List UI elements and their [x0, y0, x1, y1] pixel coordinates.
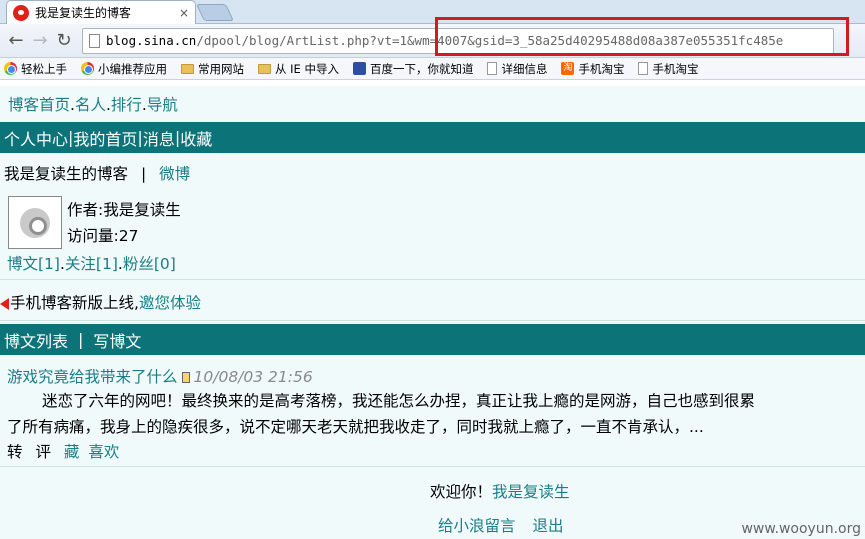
user-center-link[interactable]: 个人中心 — [4, 126, 68, 150]
url-host: blog.sina.cn — [106, 33, 197, 48]
reload-icon[interactable]: ↻ — [52, 29, 76, 53]
author-name: 作者:我是复读生 — [67, 201, 181, 219]
default-avatar-icon — [20, 207, 50, 238]
chrome-icon — [4, 62, 17, 75]
avatar[interactable] — [8, 196, 62, 249]
my-home-link[interactable]: 我的首页 — [73, 126, 137, 150]
footer-links: 给小浪留言 退出 — [438, 514, 563, 536]
post-actions: 转 评 藏 喜欢 — [7, 440, 119, 462]
blog-header: 我是复读生的博客 | 微博 — [4, 165, 191, 183]
page-content: 博客首页.名人.排行.导航 个人中心 | 我的首页 | 消息 | 收藏 我是复读生的博客 |… — [0, 86, 865, 539]
nav-celebrities[interactable]: 名人 — [75, 96, 106, 114]
top-nav: 博客首页.名人.排行.导航 — [8, 96, 178, 114]
page-icon — [89, 33, 100, 48]
write-post-link[interactable]: 写博文 — [93, 328, 141, 352]
browser-tab[interactable]: 我是复读生的博客 × — [6, 0, 196, 24]
highlight-annotation-box — [435, 17, 849, 56]
post-list-link[interactable]: 博文列表 — [4, 328, 68, 352]
post-list-bar: 博文列表 | 写博文 — [0, 324, 865, 355]
bookmark-item[interactable]: 从 IE 中导入 — [258, 61, 339, 77]
blog-name: 我是复读生的博客 — [4, 165, 129, 183]
folder-icon — [258, 63, 271, 74]
chrome-icon — [81, 62, 94, 75]
bookmark-item[interactable]: 小编推荐应用 — [81, 61, 167, 77]
divider — [0, 320, 865, 321]
back-arrow-icon[interactable]: ← — [4, 29, 28, 53]
bookmark-item[interactable]: 手机淘宝 — [638, 61, 698, 77]
divider — [0, 279, 865, 280]
blog-stats: 博文[1].关注[1].粉丝[0] — [7, 255, 176, 273]
like-action[interactable]: 喜欢 — [88, 443, 119, 461]
logout-link[interactable]: 退出 — [532, 517, 563, 535]
nav-navigation[interactable]: 导航 — [147, 96, 178, 114]
weibo-link[interactable]: 微博 — [159, 165, 190, 183]
page-icon — [487, 62, 498, 75]
comment-action[interactable]: 评 — [35, 443, 51, 461]
divider — [0, 466, 865, 467]
new-tab-button[interactable] — [196, 4, 234, 21]
post-excerpt-line2: 了所有病痛，我身上的隐疾很多，说不定哪天老天就把我收走了，同时我就上瘾了，一直不… — [7, 418, 704, 436]
posts-count-link[interactable]: 博文[1] — [7, 255, 60, 273]
try-new-version-link[interactable]: 邀您体验 — [139, 294, 201, 312]
forward-action[interactable]: 转 — [7, 443, 23, 461]
speaker-icon — [0, 297, 9, 310]
notice: 手机博客新版上线,邀您体验 — [0, 291, 201, 313]
taobao-icon: 淘 — [561, 62, 575, 75]
bookmarks-bar: 轻松上手 小编推荐应用 常用网站 从 IE 中导入 百度一下，你就知道 详细信息… — [0, 58, 865, 80]
mobile-post-icon — [181, 372, 190, 383]
folder-icon — [181, 63, 194, 74]
bookmark-item[interactable]: 详细信息 — [487, 61, 547, 77]
leave-message-link[interactable]: 给小浪留言 — [438, 517, 516, 535]
nav-blog-home[interactable]: 博客首页 — [8, 96, 70, 114]
bookmark-item[interactable]: 常用网站 — [181, 61, 244, 77]
visit-count: 访问量:27 — [67, 227, 139, 245]
page-icon — [638, 62, 649, 75]
user-bar: 个人中心 | 我的首页 | 消息 | 收藏 — [0, 122, 865, 153]
following-count-link[interactable]: 关注[1] — [65, 255, 118, 273]
tab-title: 我是复读生的博客 — [35, 6, 132, 20]
welcome: 欢迎你！我是复读生 — [430, 480, 570, 502]
weibo-favicon-icon — [13, 4, 29, 21]
forward-arrow-icon[interactable]: → — [28, 29, 52, 53]
welcome-user-link[interactable]: 我是复读生 — [492, 483, 570, 501]
bookmark-item[interactable]: 淘手机淘宝 — [561, 61, 624, 77]
tab-close-icon[interactable]: × — [179, 6, 189, 20]
notice-text: 手机博客新版上线, — [10, 294, 139, 312]
welcome-text: 欢迎你！ — [430, 483, 493, 501]
post-heading: 游戏究竟给我带来了什么 10/08/03 21:56 — [7, 365, 313, 387]
baidu-paw-icon — [352, 62, 366, 75]
post-date: 10/08/03 21:56 — [193, 368, 313, 386]
favorite-action[interactable]: 藏 — [64, 443, 80, 461]
bookmark-item[interactable]: 百度一下，你就知道 — [352, 61, 473, 77]
favorites-link[interactable]: 收藏 — [180, 126, 212, 150]
post-title-link[interactable]: 游戏究竟给我带来了什么 — [7, 368, 178, 386]
nav-ranking[interactable]: 排行 — [111, 96, 142, 114]
fans-count-link[interactable]: 粉丝[0] — [123, 255, 176, 273]
watermark: www.wooyun.org — [741, 521, 861, 537]
bookmark-item[interactable]: 轻松上手 — [4, 61, 67, 77]
post-excerpt-line1: 迷恋了六年的网吧！最终换来的是高考落榜，我还能怎么办捏，真正让我上瘾的是网游，自… — [42, 392, 756, 410]
messages-link[interactable]: 消息 — [143, 126, 175, 150]
